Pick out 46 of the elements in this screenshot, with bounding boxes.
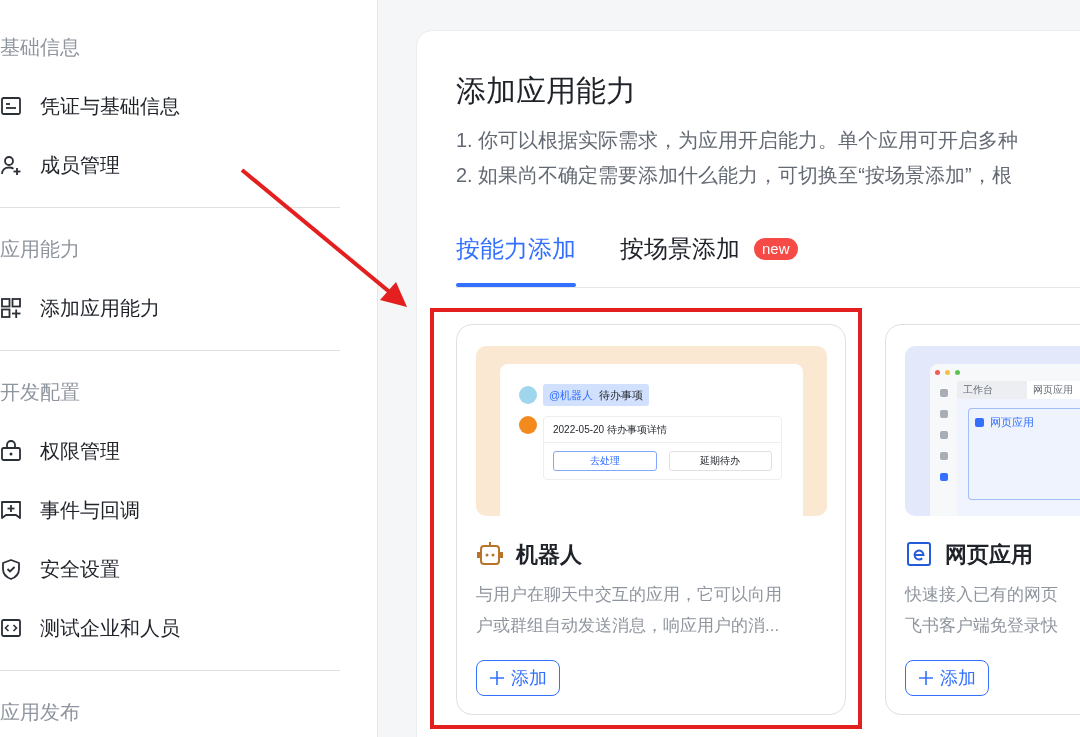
robot-avatar: [519, 416, 537, 434]
sidebar-item[interactable]: 添加应用能力: [40, 292, 160, 323]
sidebar-item[interactable]: 测试企业和人员: [40, 612, 180, 643]
card-icon: [0, 94, 22, 117]
section-heading: 应用能力: [0, 237, 80, 262]
section-heading: 开发配置: [0, 380, 80, 405]
shield-check-icon: [0, 557, 22, 580]
page-title: 添加应用能力: [456, 73, 636, 109]
rail-icon: [939, 452, 948, 460]
message-bubble: @机器人 待办事项: [543, 384, 650, 406]
sidebar-item[interactable]: 事件与回调: [40, 494, 140, 525]
add-button[interactable]: 添加: [476, 660, 560, 696]
tab[interactable]: 按场景添加: [620, 233, 740, 265]
card-description: 飞书客户端免登录快: [905, 615, 1058, 637]
rail-icon: [939, 431, 948, 439]
sidebar-item[interactable]: 凭证与基础信息: [40, 90, 180, 121]
description-line: 1. 你可以根据实际需求，为应用开启能力。单个应用可开启多种: [456, 128, 1019, 153]
section-heading: 应用发布: [0, 700, 80, 725]
lock-icon: [0, 439, 22, 462]
user-add-icon: [0, 153, 22, 176]
avatar: [519, 386, 537, 404]
card-title: 机器人: [516, 540, 582, 569]
sidebar-item[interactable]: 权限管理: [40, 435, 120, 466]
rail-icon: [939, 410, 948, 418]
web-content-title: 网页应用: [990, 416, 1034, 429]
card-description: 快速接入已有的网页: [905, 584, 1058, 606]
card-title: 网页应用: [945, 540, 1033, 569]
card-description: 与用户在聊天中交互的应用，它可以向用: [476, 584, 782, 606]
sidebar-item[interactable]: 安全设置: [40, 553, 120, 584]
robot-icon: [476, 540, 504, 568]
message-card-title: 2022-05-20 待办事项详情: [544, 417, 781, 443]
description-line: 2. 如果尚不确定需要添加什么能力，可切换至“按场景添加”，根: [456, 163, 1012, 188]
plus-icon: [489, 670, 505, 686]
new-badge: new: [754, 238, 798, 260]
code-icon: [0, 616, 22, 639]
rail-icon: [939, 389, 948, 397]
message-add-icon: [0, 498, 22, 521]
apps-add-icon: [0, 296, 22, 319]
square-icon: [975, 418, 984, 427]
add-button[interactable]: 添加: [905, 660, 989, 696]
tab[interactable]: 按能力添加: [456, 233, 576, 265]
sidebar-item[interactable]: 成员管理: [40, 149, 120, 180]
plus-icon: [918, 670, 934, 686]
section-heading: 基础信息: [0, 35, 80, 60]
card-description: 户或群组自动发送消息，响应用户的消...: [476, 615, 780, 637]
web-icon: [905, 540, 933, 568]
